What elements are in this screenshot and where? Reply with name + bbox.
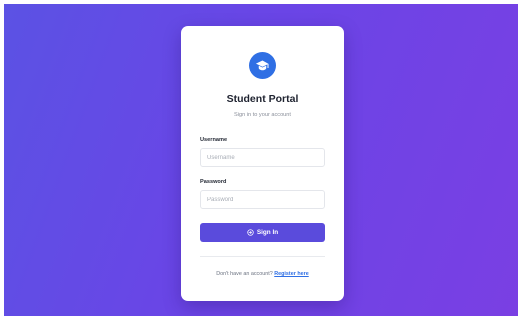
page-subtitle: Sign in to your account [234, 112, 291, 118]
sign-in-button[interactable]: Sign In [200, 223, 325, 242]
page-background: Student Portal Sign in to your account U… [4, 4, 518, 316]
divider [200, 256, 325, 257]
register-prompt-text: Don't have an account? [216, 271, 273, 277]
sign-in-label: Sign In [256, 229, 279, 236]
login-card: Student Portal Sign in to your account U… [181, 26, 344, 301]
password-input[interactable] [200, 190, 325, 209]
register-prompt: Don't have an account? Register here [181, 271, 344, 277]
username-input[interactable] [200, 148, 325, 167]
page-title: Student Portal [226, 93, 299, 105]
username-label: Username [200, 137, 228, 143]
register-link[interactable]: Register here [274, 271, 308, 277]
password-label: Password [200, 179, 227, 185]
login-icon [247, 229, 254, 236]
graduation-cap-icon [255, 60, 269, 71]
app-logo [249, 52, 276, 79]
screenshot-frame: Student Portal Sign in to your account U… [0, 0, 522, 320]
